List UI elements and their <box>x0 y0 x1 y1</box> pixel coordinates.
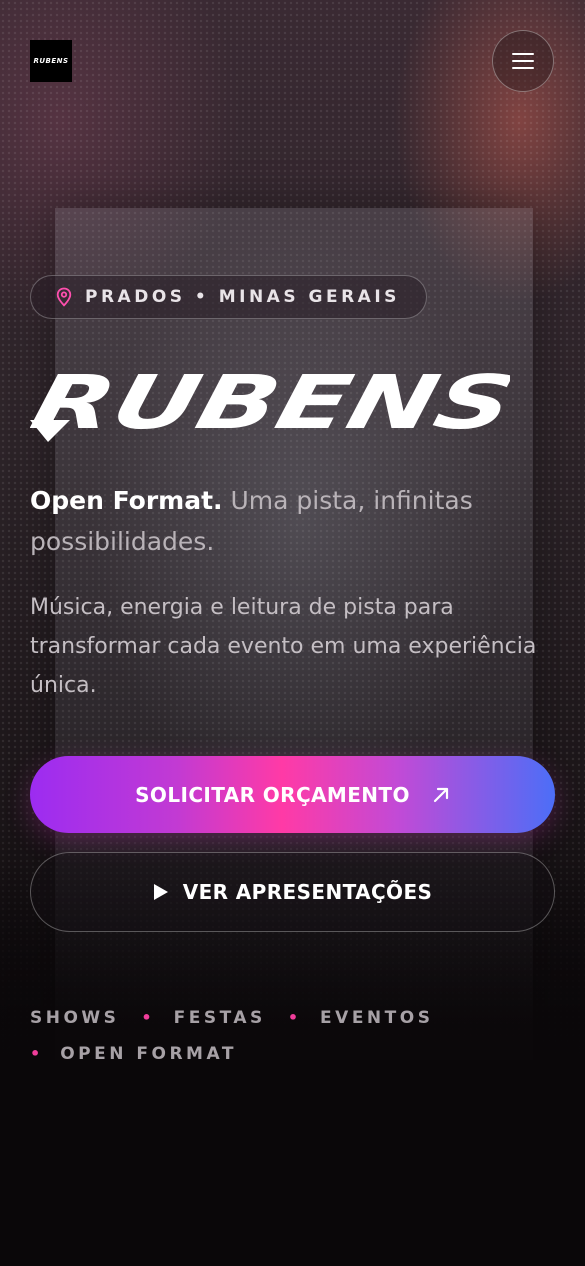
hamburger-menu-button[interactable] <box>492 30 554 92</box>
hamburger-menu-icon <box>512 53 534 55</box>
tag-separator: • <box>141 1008 152 1027</box>
tag-eventos: EVENTOS <box>320 1008 434 1028</box>
tag-open-format: OPEN FORMAT <box>60 1044 237 1064</box>
request-quote-label: SOLICITAR ORÇAMENTO <box>135 782 410 807</box>
site-logo[interactable]: RUBENS <box>30 40 72 82</box>
tagline-strong: Open Format. <box>30 486 223 515</box>
arrow-up-right-icon <box>433 787 448 802</box>
view-performances-button[interactable]: VER APRESENTAÇÕES <box>30 852 555 932</box>
tag-separator: • <box>287 1008 299 1027</box>
hero-description: Música, energia e leitura de pista para … <box>30 595 537 698</box>
brand-title-text: RUBENS <box>30 362 510 442</box>
hamburger-line <box>512 60 534 62</box>
tag-separator: • <box>30 1044 41 1063</box>
service-tags: SHOWS • FESTAS • EVENTOS • OPEN FORMAT <box>30 1005 460 1067</box>
logo-text: RUBENS <box>33 57 69 65</box>
location-text: PRADOS • MINAS GERAIS <box>85 287 400 307</box>
hero-tagline: Open Format. Uma pista, infinitas possib… <box>30 480 530 562</box>
view-performances-label: VER APRESENTAÇÕES <box>182 880 433 904</box>
brand-title-logo: RUBENS <box>30 362 510 442</box>
tag-shows: SHOWS <box>30 1008 120 1028</box>
map-pin-icon <box>56 287 72 307</box>
play-icon <box>153 884 168 900</box>
hamburger-line <box>512 67 534 69</box>
location-badge: PRADOS • MINAS GERAIS <box>30 275 427 319</box>
tag-festas: FESTAS <box>173 1008 266 1028</box>
request-quote-button[interactable]: SOLICITAR ORÇAMENTO <box>30 756 555 833</box>
